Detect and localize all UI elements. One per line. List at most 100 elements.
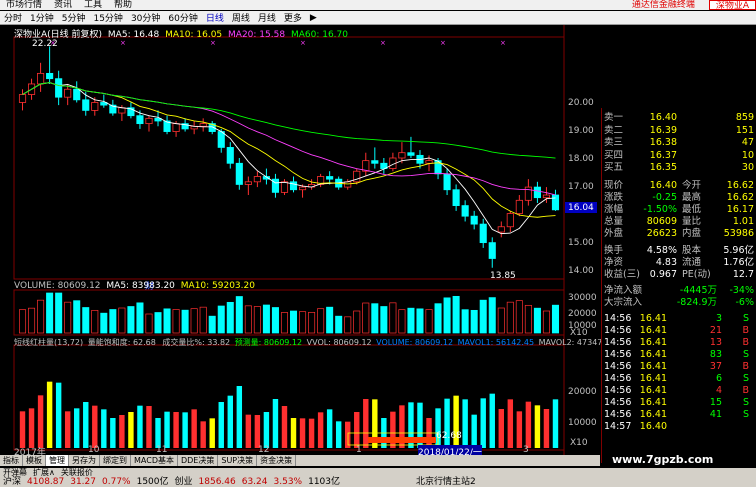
indicator-bar [317, 412, 324, 448]
extend-button[interactable]: 扩展∧ [30, 468, 58, 477]
period-more-arrow-icon[interactable]: ▶ [306, 13, 321, 23]
y-tick: 18.00 [568, 154, 594, 164]
stat-value: 0.967 [649, 268, 677, 280]
kline-chart[interactable]: × × × × × × × [0, 25, 600, 455]
tab-sup[interactable]: SUP决策 [218, 455, 258, 466]
tick-volume: 15 [709, 396, 722, 408]
danmaku-button[interactable]: 开弹幕 [0, 468, 30, 477]
ind-y-tick: 10000 [568, 418, 597, 428]
bottom-tab-bar: 指标 模板 管理 另存为 绑定到 MACD基本 DDE决策 SUP决策 资金决策 [0, 455, 600, 466]
tick-volume: 4 [715, 384, 722, 396]
server-name[interactable]: 北京行情主站2 [413, 477, 479, 487]
tick-price: 16.41 [639, 348, 667, 360]
tick-side: S [742, 396, 749, 408]
ind-legend-2: 成交量比%: 33.82 [162, 338, 231, 347]
period-tab-15min[interactable]: 15分钟 [89, 11, 126, 24]
quote-row: 14:56 16.41 6 S [602, 373, 756, 385]
stat-label: 今开 [682, 179, 702, 191]
indicator-bar [46, 381, 53, 448]
volume-bar [262, 304, 270, 334]
volume-bar [172, 309, 180, 334]
candle-body [145, 117, 153, 125]
menu-item[interactable]: 市场行情 [0, 0, 48, 10]
volume-bar [64, 301, 72, 334]
volume-bar [290, 310, 298, 334]
candle-body [461, 205, 469, 217]
tab-manage[interactable]: 管理 [46, 455, 69, 466]
candle-body [46, 72, 54, 80]
candle-body [479, 223, 487, 244]
volume-bar [326, 306, 334, 334]
tab-macd[interactable]: MACD基本 [131, 455, 178, 466]
volume-bar [280, 312, 288, 334]
volume-value: VOLUME: 80609.12 [14, 281, 101, 291]
candle-body [298, 186, 307, 191]
tick-time: 14:56 [604, 384, 632, 396]
tab-save-as[interactable]: 另存为 [69, 455, 100, 466]
volume-bar [226, 301, 234, 334]
menu-item[interactable]: 帮助 [108, 0, 138, 10]
menu-item[interactable]: 工具 [78, 0, 108, 10]
stat-value: 16.62 [726, 179, 754, 191]
period-tab-weekly[interactable]: 周线 [228, 11, 254, 24]
period-tab-5min[interactable]: 5分钟 [58, 11, 90, 24]
indicator-bar [137, 405, 143, 448]
tab-template[interactable]: 模板 [23, 455, 46, 466]
candle-body [37, 72, 45, 85]
menu-item[interactable]: 资讯 [48, 0, 78, 10]
candle-body [91, 102, 99, 111]
period-tab-1min[interactable]: 1分钟 [26, 11, 58, 24]
vol-y-tick: 20000 [568, 309, 597, 319]
volume-bar [542, 310, 550, 334]
period-tab-60min[interactable]: 60分钟 [164, 11, 201, 24]
order-price: 16.35 [649, 162, 677, 173]
tick-side: B [742, 336, 749, 348]
indicator-bar [281, 406, 288, 448]
indicator-bar [480, 398, 486, 448]
indicator-bar [516, 411, 523, 448]
period-tab-more[interactable]: 更多 [280, 11, 306, 24]
volume-bar [163, 308, 171, 334]
tab-indicator[interactable]: 指标 [0, 455, 23, 466]
period-tab-daily[interactable]: 日线 [202, 11, 228, 24]
related-quote-button[interactable]: 关联报价 [58, 468, 96, 477]
tab-bind[interactable]: 绑定到 [100, 455, 131, 466]
low-price-value: 13.85 [490, 271, 516, 281]
tick-price: 16.40 [639, 420, 667, 432]
ind-unit: X10 [570, 438, 588, 448]
candle-body [470, 215, 478, 225]
tick-time: 14:56 [604, 408, 632, 420]
ma20-line [22, 82, 556, 196]
main-legend: 深物业A(日线 前复权) MA5: 16.48 MA10: 16.05 MA20… [14, 27, 348, 40]
order-level-label: 卖三 [604, 137, 624, 148]
tick-side: B [742, 360, 749, 372]
chart-area[interactable]: × × × × × × × 深物业A(日线 前复权) MA5: 16.48 MA10: 16… [0, 25, 602, 458]
period-tab-intraday[interactable]: 分时 [0, 11, 26, 24]
volume-bar [253, 306, 261, 334]
indicator-bar [19, 411, 26, 448]
period-tab-monthly[interactable]: 月线 [254, 11, 280, 24]
quote-row: 14:56 16.41 41 S [602, 409, 756, 421]
quote-row: 现价 16.40 今开 16.62 [602, 180, 756, 192]
indicator-bar [227, 395, 233, 448]
ma10-legend: MA10: 16.05 [165, 30, 223, 40]
period-tab-30min[interactable]: 30分钟 [127, 11, 164, 24]
order-level-label: 买四 [604, 149, 624, 161]
quote-row: 买四 16.37 10 [602, 150, 756, 162]
volume-bar [271, 307, 279, 334]
current-price-tag: 16.04 [568, 203, 594, 213]
volume-bar [488, 297, 496, 334]
ind-legend-1: 量能饱和度: 62.68 [87, 338, 156, 347]
candle-body [398, 152, 406, 159]
index-row: 沪深 4108.87 31.27 0.77% 1500亿 创业 1856.46 … [0, 477, 756, 487]
candle-body [497, 226, 505, 233]
volume-bar [136, 302, 144, 334]
indicator-bars-group [19, 381, 559, 448]
indicator-bar [37, 395, 44, 448]
indicator-legend: 短线红柱量(13,72) 量能饱和度: 62.68 成交量比%: 33.82 预… [14, 337, 602, 348]
quote-panel: 卖一 16.40 859 卖二 16.39 151 卖三 16.38 47 买四 16.37 10 买五… [601, 108, 756, 463]
candle-body [452, 189, 460, 207]
tab-fund[interactable]: 资金决策 [257, 455, 297, 466]
stat-value: 4.58% [646, 244, 677, 256]
tab-dde[interactable]: DDE决策 [178, 455, 219, 466]
